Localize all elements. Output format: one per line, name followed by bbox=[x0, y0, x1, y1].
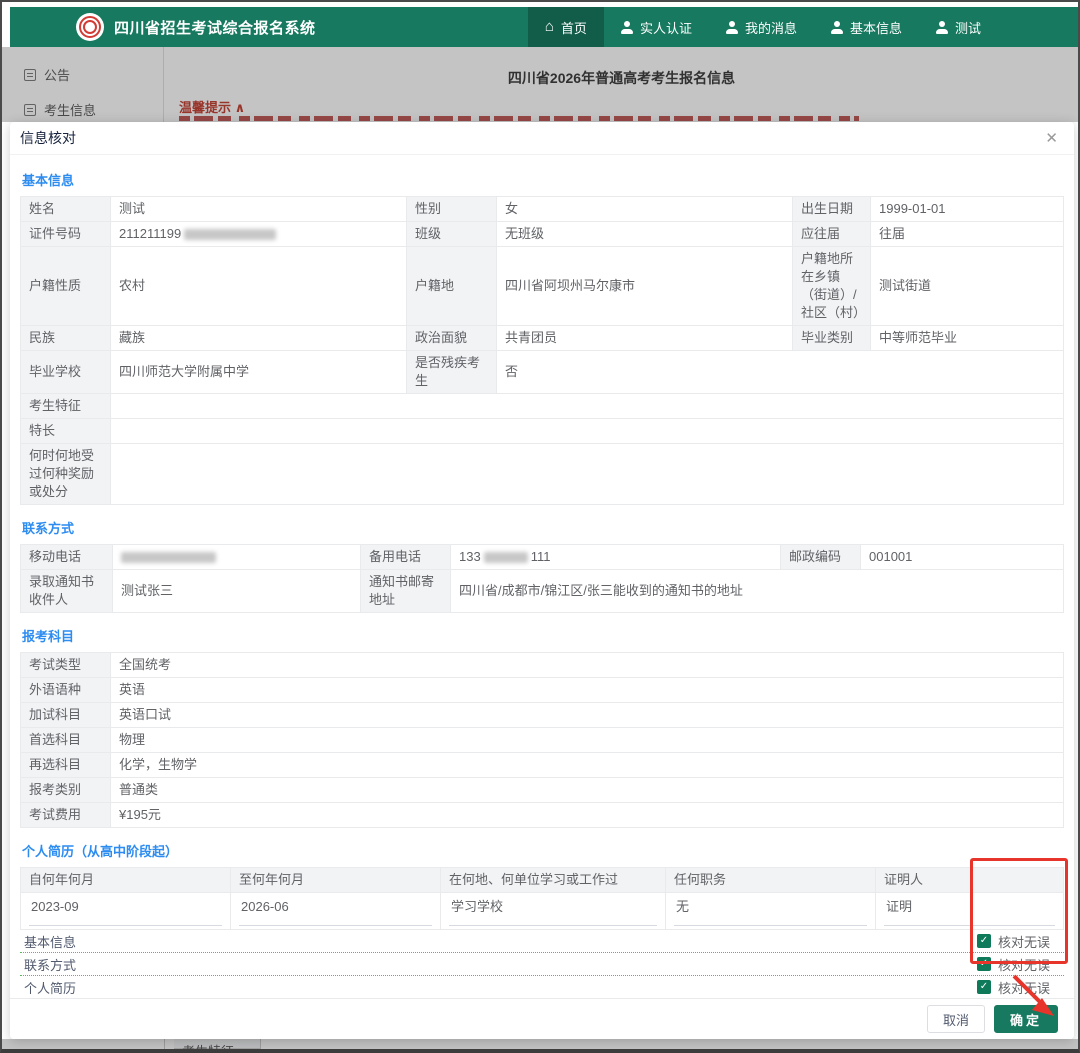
seal-icon bbox=[79, 16, 101, 38]
table-row: 首选科目物理 bbox=[21, 728, 1064, 753]
id-number-visible: 211211199 bbox=[119, 226, 181, 241]
nav-item-home[interactable]: 首页 bbox=[528, 7, 604, 47]
table-row: 2023-09 2026-06 学习学校 无 证明 bbox=[21, 893, 1064, 930]
table-divider bbox=[260, 1039, 261, 1049]
person-icon bbox=[831, 21, 843, 34]
checkbox-resume-checked[interactable] bbox=[977, 980, 991, 994]
redacted-id-number bbox=[184, 229, 276, 240]
resume-from-field: 2023-09 bbox=[29, 896, 222, 926]
subjects-table: 考试类型全国统考 外语语种英语 加试科目英语口试 首选科目物理 再选科目化学，生… bbox=[20, 652, 1064, 828]
checklist-row-basic: 基本信息 核对无误 bbox=[20, 930, 1064, 953]
table-row: 录取通知书收件人 测试张三 通知书邮寄地址 四川省/成都市/锦江区/张三能收到的… bbox=[21, 570, 1064, 613]
app-header: 四川省招生考试综合报名系统 首页 实人认证 我的消息 基本信息 测试 bbox=[10, 7, 1078, 47]
sidebar-item-label: 公告 bbox=[44, 65, 70, 84]
home-icon bbox=[545, 20, 554, 35]
dialog-body: 基本信息 姓名 测试 性别 女 出生日期 1999-01-01 证件号码 211… bbox=[10, 170, 1074, 1039]
checkbox-label: 核对无误 bbox=[998, 978, 1050, 997]
nav-label: 基本信息 bbox=[850, 18, 902, 37]
basic-info-table: 姓名 测试 性别 女 出生日期 1999-01-01 证件号码 21121119… bbox=[20, 196, 1064, 505]
table-row: 报考类别普通类 bbox=[21, 778, 1064, 803]
person-icon bbox=[726, 21, 738, 34]
checkbox-label: 核对无误 bbox=[998, 955, 1050, 974]
contact-table: 移动电话 备用电话 133111 邮政编码 001001 录取通知书收件人 测试… bbox=[20, 544, 1064, 613]
resume-table: 自何年何月 至何年何月 在何地、何单位学习或工作过 任何职务 证明人 2023-… bbox=[20, 867, 1064, 930]
cancel-button[interactable]: 取消 bbox=[927, 1005, 985, 1033]
checklist-row-contact: 联系方式 核对无误 bbox=[20, 953, 1064, 976]
table-header-row: 自何年何月 至何年何月 在何地、何单位学习或工作过 任何职务 证明人 bbox=[21, 868, 1064, 893]
page-title: 四川省2026年普通高考考生报名信息 bbox=[165, 68, 1078, 88]
table-row: 加试科目英语口试 bbox=[21, 703, 1064, 728]
checkbox-basic-checked[interactable] bbox=[977, 934, 991, 948]
section-heading-contact: 联系方式 bbox=[22, 518, 1062, 537]
person-icon bbox=[936, 21, 948, 34]
app-window: 四川省招生考试综合报名系统 首页 实人认证 我的消息 基本信息 测试 bbox=[0, 0, 1080, 1053]
background-table-cell: 考生特征 bbox=[174, 1039, 260, 1049]
background-page-top: 公告 考生信息 四川省2026年普通高考考生报名信息 温馨提示 ∧ bbox=[2, 47, 1078, 122]
dialog-footer: 取消 确定 bbox=[10, 998, 1074, 1039]
checkbox-label: 核对无误 bbox=[998, 932, 1050, 951]
confirm-button[interactable]: 确定 bbox=[994, 1005, 1058, 1033]
announcement-icon bbox=[24, 69, 36, 81]
dialog-header: 信息核对 ✕ bbox=[10, 122, 1074, 155]
sidebar-divider bbox=[164, 1039, 165, 1049]
table-row: 移动电话 备用电话 133111 邮政编码 001001 bbox=[21, 545, 1064, 570]
resume-to-field: 2026-06 bbox=[239, 896, 432, 926]
app-logo bbox=[76, 13, 104, 41]
nav-label: 我的消息 bbox=[745, 18, 797, 37]
nav-label: 实人认证 bbox=[640, 18, 692, 37]
nav-item-identity-verify[interactable]: 实人认证 bbox=[604, 7, 709, 47]
table-row: 毕业学校 四川师范大学附属中学 是否残疾考生 否 bbox=[21, 351, 1064, 394]
checkbox-contact-checked[interactable] bbox=[977, 957, 991, 971]
table-row: 民族 藏族 政治面貌 共青团员 毕业类别 中等师范毕业 bbox=[21, 326, 1064, 351]
table-row: 姓名 测试 性别 女 出生日期 1999-01-01 bbox=[21, 197, 1064, 222]
app-title: 四川省招生考试综合报名系统 bbox=[114, 17, 316, 38]
table-row: 考生特征 bbox=[21, 394, 1064, 419]
section-heading-basic: 基本信息 bbox=[22, 170, 1062, 189]
checklist-row-resume: 个人简历 核对无误 bbox=[20, 976, 1064, 999]
close-icon[interactable]: ✕ bbox=[1045, 131, 1058, 146]
warm-tip-toggle[interactable]: 温馨提示 ∧ bbox=[179, 97, 245, 116]
table-row: 户籍性质 农村 户籍地 四川省阿坝州马尔康市 户籍地所在乡镇（街道）/社区（村）… bbox=[21, 247, 1064, 326]
resume-place-field: 学习学校 bbox=[449, 896, 657, 926]
dialog-title: 信息核对 bbox=[20, 128, 76, 148]
table-row: 外语语种英语 bbox=[21, 678, 1064, 703]
table-row: 特长 bbox=[21, 419, 1064, 444]
section-heading-subjects: 报考科目 bbox=[22, 626, 1062, 645]
table-row: 考试类型全国统考 bbox=[21, 653, 1064, 678]
top-nav: 首页 实人认证 我的消息 基本信息 测试 bbox=[528, 7, 998, 47]
resume-position-field: 无 bbox=[674, 896, 867, 926]
sidebar-item-announcements[interactable]: 公告 bbox=[2, 57, 163, 92]
nav-item-test[interactable]: 测试 bbox=[919, 7, 998, 47]
table-row: 再选科目化学，生物学 bbox=[21, 753, 1064, 778]
nav-label: 测试 bbox=[955, 18, 981, 37]
resume-witness-field: 证明 bbox=[884, 896, 1055, 926]
sidebar: 公告 考生信息 bbox=[2, 47, 164, 122]
table-row: 证件号码 211211199 班级 无班级 应往届 往届 bbox=[21, 222, 1064, 247]
redacted-backup-phone bbox=[484, 552, 528, 563]
sidebar-item-label: 考生信息 bbox=[44, 100, 96, 119]
nav-label: 首页 bbox=[561, 18, 587, 37]
section-heading-resume: 个人简历（从高中阶段起） bbox=[22, 841, 1062, 860]
table-row: 何时何地受过何种奖励或处分 bbox=[21, 444, 1064, 505]
redacted-mobile-phone bbox=[121, 552, 216, 563]
background-page-bottom: 考生特征 bbox=[2, 1039, 1078, 1049]
person-icon bbox=[621, 21, 633, 34]
candidate-info-icon bbox=[24, 104, 36, 116]
nav-item-basic-info[interactable]: 基本信息 bbox=[814, 7, 919, 47]
nav-item-messages[interactable]: 我的消息 bbox=[709, 7, 814, 47]
table-row: 考试费用¥195元 bbox=[21, 803, 1064, 828]
clipped-notice-text bbox=[179, 116, 859, 121]
info-check-dialog: 信息核对 ✕ 基本信息 姓名 测试 性别 女 出生日期 1999-01-01 证… bbox=[10, 122, 1074, 1039]
background-page-main: 四川省2026年普通高考考生报名信息 温馨提示 ∧ bbox=[165, 47, 1078, 122]
